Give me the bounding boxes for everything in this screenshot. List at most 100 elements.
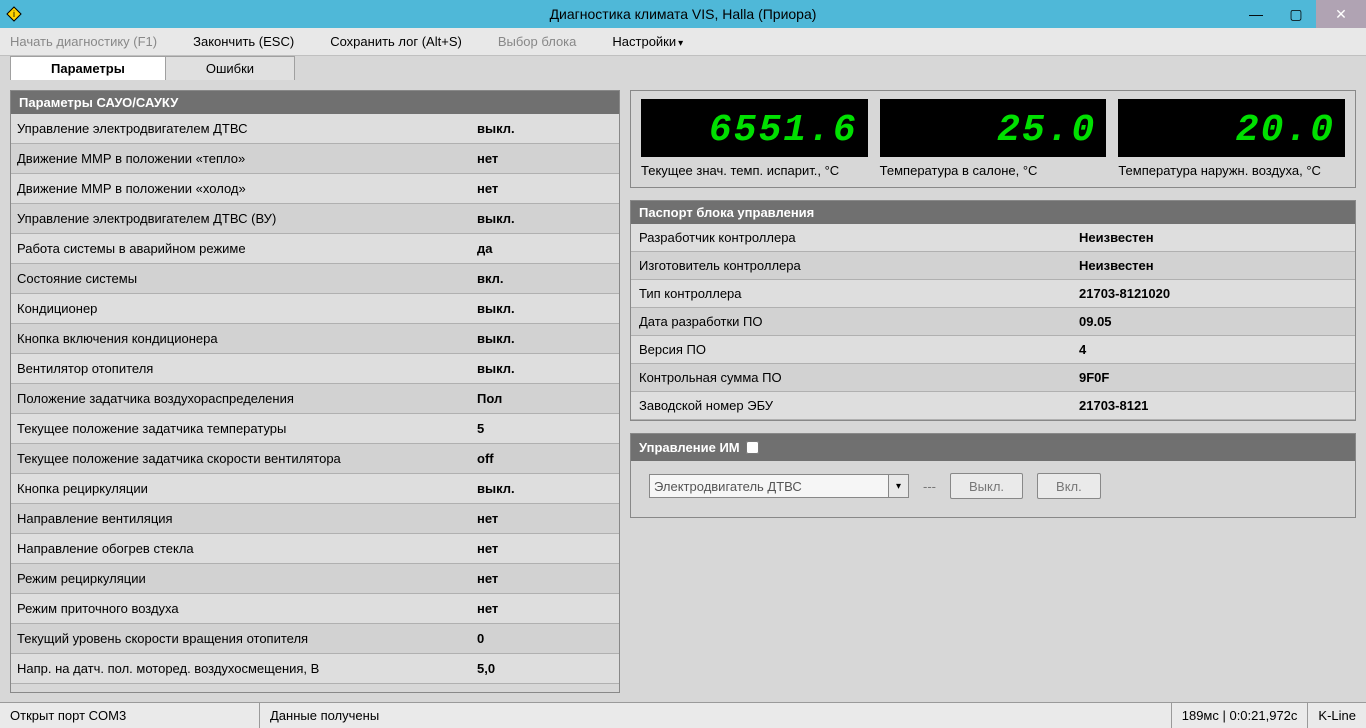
passport-value: Неизвестен [1079, 230, 1154, 245]
table-row: Разработчик контроллераНеизвестен [631, 224, 1355, 252]
menu-start-diagnostics[interactable]: Начать диагностику (F1) [10, 34, 157, 49]
minimize-button[interactable]: — [1236, 0, 1276, 28]
passport-value: 09.05 [1079, 314, 1112, 329]
parameters-table[interactable]: Управление электродвигателем ДТВСвыкл.Дв… [11, 114, 619, 692]
led-cabin-temp: 25.0 Температура в салоне, °C [880, 99, 1107, 179]
control-im-off-button[interactable]: Выкл. [950, 473, 1023, 499]
led-outside-temp: 20.0 Температура наружн. воздуха, °C [1118, 99, 1345, 179]
led-evap-temp: 6551.6 Текущее знач. темп. испарит., °C [641, 99, 868, 179]
param-value: выкл. [477, 481, 515, 496]
passport-table: Разработчик контроллераНеизвестенИзготов… [631, 224, 1355, 420]
param-value: 5,0 [477, 661, 495, 676]
param-name: Движение ММР в положении «холод» [17, 181, 477, 196]
parameters-header: Параметры САУО/САУКУ [11, 91, 619, 114]
menu-select-block[interactable]: Выбор блока [498, 34, 577, 49]
table-row: Версия ПО4 [631, 336, 1355, 364]
maximize-button[interactable]: ▢ [1276, 0, 1316, 28]
tab-errors[interactable]: Ошибки [165, 56, 295, 80]
svg-text:i: i [13, 9, 15, 19]
param-value: выкл. [477, 361, 515, 376]
table-row: Режим приточного воздуханет [11, 594, 619, 624]
close-button[interactable]: ✕ [1316, 0, 1366, 28]
param-name: Текущее положение задатчика скорости вен… [17, 451, 477, 466]
table-row: Кнопка включения кондиционеравыкл. [11, 324, 619, 354]
passport-name: Тип контроллера [639, 286, 1079, 301]
menu-finish[interactable]: Закончить (ESC) [193, 34, 294, 49]
param-value: нет [477, 151, 498, 166]
param-name: Текущее положение задатчика температуры [17, 421, 477, 436]
param-name: Движение ММР в положении «тепло» [17, 151, 477, 166]
led-label: Температура наружн. воздуха, °C [1118, 163, 1345, 179]
table-row: Дата разработки ПО09.05 [631, 308, 1355, 336]
param-name: Управление электродвигателем ДТВС (ВУ) [17, 211, 477, 226]
control-im-on-button[interactable]: Вкл. [1037, 473, 1101, 499]
menu-settings[interactable]: Настройки▾ [612, 34, 683, 49]
param-value: выкл. [477, 301, 515, 316]
table-row: Изготовитель контроллераНеизвестен [631, 252, 1355, 280]
param-value: выкл. [477, 211, 515, 226]
table-row: Управление электродвигателем ДТВСвыкл. [11, 114, 619, 144]
table-row: Работа системы в аварийном режимеда [11, 234, 619, 264]
passport-header: Паспорт блока управления [631, 201, 1355, 224]
led-display-row: 6551.6 Текущее знач. темп. испарит., °C … [630, 90, 1356, 188]
param-name: Режим приточного воздуха [17, 601, 477, 616]
table-row: Направление обогрев стекланет [11, 534, 619, 564]
passport-name: Дата разработки ПО [639, 314, 1079, 329]
table-row: Текущий уровень скорости вращения отопит… [11, 624, 619, 654]
param-value: off [477, 451, 494, 466]
passport-name: Заводской номер ЭБУ [639, 398, 1079, 413]
chevron-down-icon[interactable]: ▾ [889, 474, 909, 498]
passport-name: Разработчик контроллера [639, 230, 1079, 245]
tab-parameters[interactable]: Параметры [10, 56, 166, 80]
param-value: нет [477, 181, 498, 196]
param-name: Управление электродвигателем ДТВС [17, 121, 477, 136]
table-row: Состояние системывкл. [11, 264, 619, 294]
table-row: Кондиционервыкл. [11, 294, 619, 324]
param-value: 5 [477, 421, 484, 436]
param-name: Кнопка включения кондиционера [17, 331, 477, 346]
table-row: Напр. на датч. пол. моторед. воздухосмещ… [11, 654, 619, 684]
control-im-header: Управление ИМ [631, 434, 1355, 461]
table-row: Управление электродвигателем ДТВС (ВУ)вы… [11, 204, 619, 234]
parameters-panel: Параметры САУО/САУКУ Управление электрод… [10, 90, 620, 693]
chevron-down-icon: ▾ [678, 38, 683, 49]
led-label: Текущее знач. темп. испарит., °C [641, 163, 868, 179]
param-name: Кондиционер [17, 301, 477, 316]
passport-panel: Паспорт блока управления Разработчик кон… [630, 200, 1356, 421]
passport-value: 4 [1079, 342, 1086, 357]
passport-value: Неизвестен [1079, 258, 1154, 273]
control-im-panel: Управление ИМ ▾ --- Выкл. Вкл. [630, 433, 1356, 518]
param-value: Пол [477, 391, 502, 406]
param-name: Кнопка рециркуляции [17, 481, 477, 496]
led-value: 6551.6 [641, 99, 868, 157]
param-name: Режим рециркуляции [17, 571, 477, 586]
status-data: Данные получены [260, 703, 1172, 728]
param-value: выкл. [477, 121, 515, 136]
param-value: да [477, 241, 492, 256]
tab-strip: Параметры Ошибки [0, 56, 1366, 80]
control-im-select[interactable]: ▾ [649, 474, 909, 498]
table-row: Направление вентиляциянет [11, 504, 619, 534]
led-value: 25.0 [880, 99, 1107, 157]
control-im-checkbox[interactable] [746, 441, 759, 454]
param-value: нет [477, 511, 498, 526]
status-port: Открыт порт COM3 [0, 703, 260, 728]
table-row: Кнопка рециркуляциивыкл. [11, 474, 619, 504]
table-row: Движение ММР в положении «холод»нет [11, 174, 619, 204]
menu-save-log[interactable]: Сохранить лог (Alt+S) [330, 34, 462, 49]
passport-value: 21703-8121020 [1079, 286, 1170, 301]
table-row: Текущее положение задатчика скорости вен… [11, 444, 619, 474]
param-name: Направление обогрев стекла [17, 541, 477, 556]
table-row: Вентилятор отопителявыкл. [11, 354, 619, 384]
table-row: Текущее положение задатчика температуры5 [11, 414, 619, 444]
title-bar: i Диагностика климата VIS, Halla (Приора… [0, 0, 1366, 28]
table-row: Тип контроллера21703-8121020 [631, 280, 1355, 308]
menu-bar: Начать диагностику (F1) Закончить (ESC) … [0, 28, 1366, 56]
control-im-select-input[interactable] [649, 474, 889, 498]
table-row: Движение ММР в положении «тепло»нет [11, 144, 619, 174]
param-name: Состояние системы [17, 271, 477, 286]
control-im-status: --- [923, 479, 936, 494]
param-name: Напр. на датч. пол. моторед. воздухосмещ… [17, 661, 477, 676]
passport-name: Изготовитель контроллера [639, 258, 1079, 273]
param-value: нет [477, 601, 498, 616]
